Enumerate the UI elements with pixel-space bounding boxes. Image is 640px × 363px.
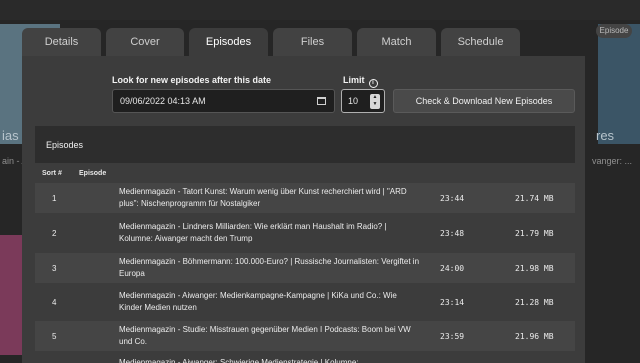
table-row[interactable]: 1 Medienmagazin - Tatort Kunst: Warum we… (35, 183, 575, 213)
calendar-icon[interactable] (317, 97, 326, 105)
episode-number: 3 (52, 263, 57, 273)
limit-label: Limit i (343, 75, 378, 88)
episode-size: 21.79 MB (515, 228, 554, 238)
episode-badge: Episode (596, 24, 632, 38)
episode-duration: 23:59 (440, 331, 465, 341)
episode-title: Medienmagazin - Aiwanger: Schwierige Med… (119, 358, 359, 363)
episode-size: 21.96 MB (515, 331, 554, 341)
limit-label-text: Limit (343, 75, 365, 85)
tab-match[interactable]: Match (357, 28, 436, 56)
episode-title: Medienmagazin - Aiwanger: Medienkampagne… (119, 291, 397, 312)
date-label: Look for new episodes after this date (112, 75, 272, 85)
tab-cover[interactable]: Cover (106, 28, 184, 56)
episode-number: 1 (52, 193, 57, 203)
column-header-episode[interactable]: Episode (79, 170, 106, 177)
episode-number: 4 (52, 297, 57, 307)
column-header-sort[interactable]: Sort # (42, 170, 62, 177)
info-icon[interactable]: i (368, 79, 378, 88)
podcast-cover-right (598, 24, 640, 144)
tab-details[interactable]: Details (22, 28, 101, 56)
cover-overlay-text-left: ias (2, 128, 19, 143)
episode-title: Medienmagazin - Studie: Misstrauen gegen… (119, 325, 411, 346)
episode-title: Medienmagazin - Tatort Kunst: Warum weni… (119, 187, 407, 208)
episode-size: 21.28 MB (515, 297, 554, 307)
episode-number: 5 (52, 331, 57, 341)
episode-duration: 24:00 (440, 263, 465, 273)
limit-input[interactable]: 10 ▲ ▼ (341, 89, 385, 113)
episode-duration: 23:14 (440, 297, 465, 307)
check-download-button[interactable]: Check & Download New Episodes (393, 89, 575, 113)
table-row[interactable]: 5 Medienmagazin - Studie: Misstrauen geg… (35, 321, 575, 351)
table-row[interactable]: 3 Medienmagazin - Böhmermann: 100.000-Eu… (35, 253, 575, 283)
episode-duration: 23:44 (440, 193, 465, 203)
tab-files[interactable]: Files (273, 28, 352, 56)
episode-number: 2 (52, 228, 57, 238)
episode-title: Medienmagazin - Lindners Milliarden: Wie… (119, 222, 387, 243)
tab-bar: Details Cover Episodes Files Match Sched… (22, 28, 520, 56)
table-row[interactable]: Medienmagazin - Aiwanger: Schwierige Med… (35, 354, 575, 363)
limit-value: 10 (348, 96, 359, 106)
cover-overlay-text-right: res (596, 128, 615, 143)
episode-duration: 23:48 (440, 228, 465, 238)
episode-size: 21.98 MB (515, 263, 554, 273)
tab-schedule[interactable]: Schedule (441, 28, 520, 56)
table-row[interactable]: 2 Medienmagazin - Lindners Milliarden: W… (35, 218, 575, 248)
date-value: 09/06/2022 04:13 AM (120, 96, 206, 106)
library-toolbar (0, 0, 640, 20)
table-row[interactable]: 4 Medienmagazin - Aiwanger: Medienkampag… (35, 287, 575, 317)
podcast-caption-right: vanger: ... (592, 156, 633, 166)
date-input[interactable]: 09/06/2022 04:13 AM (112, 89, 335, 113)
episode-size: 21.74 MB (515, 193, 554, 203)
episodes-header: Episodes (35, 126, 575, 163)
episode-title: Medienmagazin - Böhmermann: 100.000-Euro… (119, 257, 420, 278)
tab-episodes[interactable]: Episodes (189, 28, 268, 56)
number-stepper-icon[interactable]: ▲ ▼ (370, 94, 380, 109)
